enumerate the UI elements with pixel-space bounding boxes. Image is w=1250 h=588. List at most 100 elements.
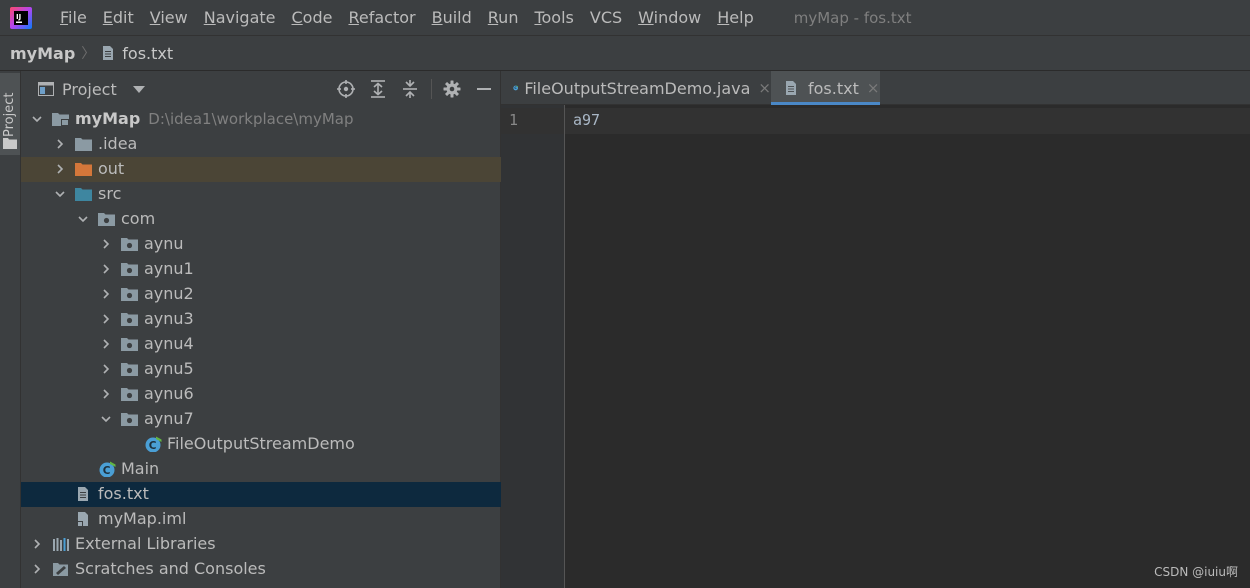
chevron-down-icon[interactable] <box>32 114 42 124</box>
project-panel-header: Project <box>21 71 501 107</box>
package-icon <box>121 363 138 376</box>
tree-item-aynu5[interactable]: aynu5 <box>21 357 501 382</box>
tree-item-label: .idea <box>98 134 138 153</box>
chevron-right-icon[interactable] <box>101 339 111 349</box>
menu-window[interactable]: Window <box>630 0 709 36</box>
tree-item-aynu6[interactable]: aynu6 <box>21 382 501 407</box>
chevron-right-icon[interactable] <box>101 364 111 374</box>
project-tool-window-button[interactable]: Project <box>0 73 20 155</box>
tree-item-label: myMap.iml <box>98 509 187 528</box>
collapse-all-icon[interactable] <box>400 79 420 99</box>
tree-item-src[interactable]: src <box>21 182 501 207</box>
excluded-folder-icon <box>75 163 92 176</box>
chevron-right-icon[interactable] <box>32 564 42 574</box>
expand-all-icon[interactable] <box>368 79 388 99</box>
tree-item-label: Scratches and Consoles <box>75 559 266 578</box>
java-class-icon: C <box>145 436 162 452</box>
project-panel: Project myMap D:\idea1\workplace\myMap .… <box>21 71 501 588</box>
menu-bar: IJ File Edit View Navigate Code Refactor Build… <box>0 0 1250 36</box>
tree-item-aynu7[interactable]: aynu7 <box>21 407 501 432</box>
tree-item-aynu[interactable]: aynu <box>21 232 501 257</box>
tree-item-scratches-and-consoles[interactable]: Scratches and Consoles <box>21 557 501 582</box>
scratches-icon <box>53 563 68 576</box>
minimize-icon[interactable] <box>474 79 494 99</box>
project-panel-title[interactable]: Project <box>62 80 117 99</box>
editor-text-area[interactable]: a97 <box>565 105 1250 588</box>
tree-item-aynu2[interactable]: aynu2 <box>21 282 501 307</box>
close-icon[interactable]: × <box>867 79 880 97</box>
menu-file[interactable]: File <box>52 0 95 36</box>
text-file-icon <box>786 81 796 95</box>
tree-item-label: aynu7 <box>144 409 194 428</box>
menu-run[interactable]: Run <box>480 0 527 36</box>
chevron-right-icon[interactable] <box>32 539 42 549</box>
breadcrumb-project[interactable]: myMap <box>10 44 75 63</box>
project-tool-label: Project <box>2 92 17 137</box>
menu-build[interactable]: Build <box>424 0 480 36</box>
chevron-down-icon[interactable] <box>132 85 145 93</box>
tree-item-main[interactable]: C Main <box>21 457 501 482</box>
tree-item-mymap[interactable]: myMap D:\idea1\workplace\myMap <box>21 107 501 132</box>
tree-item-label: aynu4 <box>144 334 194 353</box>
project-path: D:\idea1\workplace\myMap <box>148 110 354 128</box>
chevron-right-icon[interactable] <box>101 314 111 324</box>
chevron-right-icon[interactable] <box>101 264 111 274</box>
gear-icon[interactable] <box>442 79 462 99</box>
menu-view[interactable]: View <box>142 0 196 36</box>
watermark: CSDN @iuiu啊 <box>1154 565 1238 579</box>
tab-fos-txt[interactable]: fos.txt × <box>771 71 880 105</box>
project-view-icon <box>38 82 54 96</box>
menu-navigate[interactable]: Navigate <box>196 0 284 36</box>
left-tool-stripe: Project <box>0 71 21 588</box>
tree-item-label: FileOutputStreamDemo <box>167 434 355 453</box>
tree-item-fos-txt[interactable]: fos.txt <box>21 482 501 507</box>
tree-item-label: Main <box>121 459 160 478</box>
tree-item-idea[interactable]: .idea <box>21 132 501 157</box>
folder-icon <box>3 138 17 149</box>
package-icon <box>121 238 138 251</box>
breadcrumb-file[interactable]: fos.txt <box>122 44 173 63</box>
chevron-down-icon[interactable] <box>101 414 111 424</box>
line-number: 1 <box>509 111 519 129</box>
menu-help[interactable]: Help <box>709 0 761 36</box>
module-folder-icon <box>52 113 69 126</box>
chevron-right-icon[interactable] <box>101 239 111 249</box>
menu-edit[interactable]: Edit <box>95 0 142 36</box>
tree-item-label: out <box>98 159 125 178</box>
tree-item-label: aynu6 <box>144 384 194 403</box>
tree-item-label: myMap D:\idea1\workplace\myMap <box>75 109 354 128</box>
tab-label: FileOutputStreamDemo.java <box>524 78 751 98</box>
menu-tools[interactable]: Tools <box>526 0 581 36</box>
tree-item-label: fos.txt <box>98 484 149 503</box>
tree-item-com[interactable]: com <box>21 207 501 232</box>
tree-item-label: com <box>121 209 156 228</box>
chevron-down-icon[interactable] <box>55 189 65 199</box>
menu-vcs[interactable]: VCS <box>582 0 630 36</box>
chevron-right-icon[interactable] <box>101 289 111 299</box>
tree-item-label: aynu5 <box>144 359 194 378</box>
menu-refactor[interactable]: Refactor <box>340 0 423 36</box>
tab-fileoutputstreamdemo[interactable]: C FileOutputStreamDemo.java × <box>501 71 771 105</box>
folder-icon <box>75 138 92 151</box>
intellij-logo-icon: IJ <box>10 6 32 29</box>
tree-item-label: aynu1 <box>144 259 194 278</box>
tree-item-fileoutputstreamdemo[interactable]: C FileOutputStreamDemo <box>21 432 501 457</box>
chevron-down-icon[interactable] <box>78 214 88 224</box>
tree-item-aynu1[interactable]: aynu1 <box>21 257 501 282</box>
tree-item-aynu3[interactable]: aynu3 <box>21 307 501 332</box>
java-class-icon: C <box>99 461 116 477</box>
tree-item-out[interactable]: out <box>21 157 501 182</box>
chevron-right-icon[interactable] <box>55 139 65 149</box>
chevron-right-icon[interactable] <box>101 389 111 399</box>
tree-item-mymap-iml[interactable]: myMap.iml <box>21 507 501 532</box>
menu-code[interactable]: Code <box>284 0 341 36</box>
tree-item-aynu4[interactable]: aynu4 <box>21 332 501 357</box>
locate-target-icon[interactable] <box>336 79 356 99</box>
package-icon <box>121 313 138 326</box>
chevron-right-icon[interactable] <box>55 164 65 174</box>
header-divider <box>431 79 432 99</box>
editor-line-content[interactable]: a97 <box>573 111 600 129</box>
tree-item-external-libraries[interactable]: External Libraries <box>21 532 501 557</box>
iml-file-icon <box>77 512 88 527</box>
close-icon[interactable]: × <box>758 79 771 97</box>
